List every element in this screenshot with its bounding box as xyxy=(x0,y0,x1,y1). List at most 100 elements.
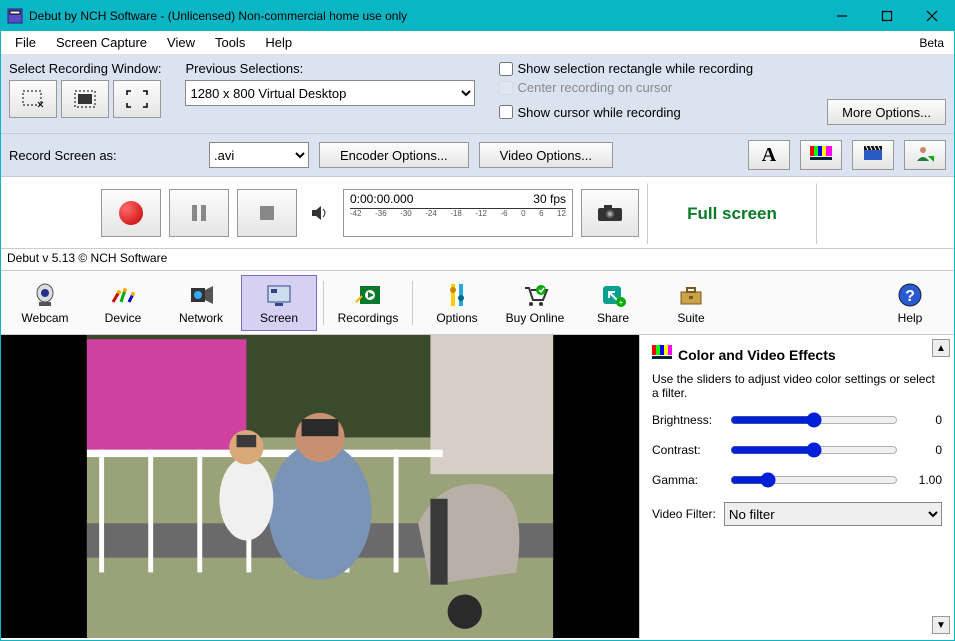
person-icon xyxy=(914,144,936,167)
previous-selections-label: Previous Selections: xyxy=(185,61,475,76)
minimize-button[interactable] xyxy=(819,1,864,31)
maximize-button[interactable] xyxy=(864,1,909,31)
toolbar-options[interactable]: Options xyxy=(419,275,495,331)
gamma-row: Gamma: 1.00 xyxy=(652,472,942,488)
screen-icon xyxy=(265,281,293,309)
select-fullscreen-button[interactable] xyxy=(113,80,161,118)
titlebar: Debut by NCH Software - (Unlicensed) Non… xyxy=(1,1,954,31)
brightness-row: Brightness: 0 xyxy=(652,412,942,428)
options-icon xyxy=(443,281,471,309)
effects-panel: ▲ ▼ Color and Video Effects Use the slid… xyxy=(639,335,954,638)
clapperboard-icon xyxy=(862,144,884,167)
format-select[interactable]: .avi xyxy=(209,142,309,168)
video-filter-select[interactable]: No filter xyxy=(724,502,942,526)
stop-icon xyxy=(258,204,276,222)
select-recording-window-label: Select Recording Window: xyxy=(9,61,161,76)
device-icon xyxy=(109,281,137,309)
capture-mode-display[interactable]: Full screen xyxy=(647,182,817,244)
more-options-button[interactable]: More Options... xyxy=(827,99,946,125)
person-select-button[interactable] xyxy=(904,140,946,170)
toolbar-device[interactable]: Device xyxy=(85,275,161,331)
toolbar-suite[interactable]: Suite xyxy=(653,275,729,331)
gamma-value: 1.00 xyxy=(906,473,942,487)
gamma-label: Gamma: xyxy=(652,473,722,487)
webcam-icon xyxy=(31,281,59,309)
share-icon: + xyxy=(599,281,627,309)
menubar: File Screen Capture View Tools Help Beta xyxy=(1,31,954,55)
fps-value: 30 fps xyxy=(533,192,566,206)
menu-file[interactable]: File xyxy=(5,33,46,52)
text-a-icon: A xyxy=(762,144,776,167)
buy-icon xyxy=(521,281,549,309)
pause-button[interactable] xyxy=(169,189,229,237)
record-as-label: Record Screen as: xyxy=(9,148,199,163)
recordings-icon xyxy=(354,281,382,309)
select-window-button[interactable] xyxy=(61,80,109,118)
record-button[interactable] xyxy=(101,189,161,237)
stop-button[interactable] xyxy=(237,189,297,237)
color-bars-icon xyxy=(652,345,672,364)
effects-desc: Use the sliders to adjust video color se… xyxy=(652,372,942,400)
video-filter-label: Video Filter: xyxy=(652,507,716,521)
toolbar-recordings[interactable]: Recordings xyxy=(330,275,406,331)
network-icon xyxy=(187,281,215,309)
center-cursor-checkbox: Center recording on cursor xyxy=(499,80,946,95)
menu-tools[interactable]: Tools xyxy=(205,33,255,52)
timeline-display: 0:00:00.000 30 fps -42-36-30-24-18-12-60… xyxy=(343,189,573,237)
record-icon xyxy=(119,201,143,225)
menu-help[interactable]: Help xyxy=(255,33,302,52)
show-rect-checkbox[interactable]: Show selection rectangle while recording xyxy=(499,61,946,76)
filter-row: Video Filter: No filter xyxy=(652,502,942,526)
encoder-options-button[interactable]: Encoder Options... xyxy=(319,142,469,168)
toolbar-share[interactable]: + Share xyxy=(575,275,651,331)
toolbar-webcam[interactable]: Webcam xyxy=(7,275,83,331)
speaker-icon xyxy=(310,205,330,221)
main-toolbar: Webcam Device Network Screen Recordings … xyxy=(1,271,954,335)
toolbar-buy[interactable]: Buy Online xyxy=(497,275,573,331)
color-bars-button[interactable] xyxy=(800,140,842,170)
text-overlay-button[interactable]: A xyxy=(748,140,790,170)
transport-bar: 0:00:00.000 30 fps -42-36-30-24-18-12-60… xyxy=(1,177,954,249)
effects-scroll-down[interactable]: ▼ xyxy=(932,616,950,634)
selection-panel: Select Recording Window: Previous Select… xyxy=(1,55,954,134)
toolbar-network[interactable]: Network xyxy=(163,275,239,331)
window-title: Debut by NCH Software - (Unlicensed) Non… xyxy=(29,9,819,23)
color-bars-icon xyxy=(810,144,832,167)
show-cursor-checkbox[interactable]: Show cursor while recording xyxy=(499,105,680,120)
timecode-value: 0:00:00.000 xyxy=(350,192,413,206)
audio-level-icon[interactable] xyxy=(305,189,335,237)
app-icon xyxy=(7,8,23,24)
effects-title: Color and Video Effects xyxy=(652,345,942,364)
camera-icon xyxy=(596,203,624,223)
clapperboard-button[interactable] xyxy=(852,140,894,170)
toolbar-help[interactable]: ? Help xyxy=(872,275,948,331)
help-icon: ? xyxy=(896,281,924,309)
menu-view[interactable]: View xyxy=(157,33,205,52)
previous-selections-select[interactable]: 1280 x 800 Virtual Desktop xyxy=(185,80,475,106)
format-panel: Record Screen as: .avi Encoder Options..… xyxy=(1,134,954,177)
beta-label[interactable]: Beta xyxy=(919,36,950,50)
contrast-value: 0 xyxy=(906,443,942,457)
gamma-slider[interactable] xyxy=(730,472,898,488)
brightness-value: 0 xyxy=(906,413,942,427)
suite-icon xyxy=(677,281,705,309)
video-options-button[interactable]: Video Options... xyxy=(479,142,613,168)
preview-pane xyxy=(1,335,639,638)
preview-image xyxy=(1,335,639,638)
contrast-label: Contrast: xyxy=(652,443,722,457)
pause-icon xyxy=(190,203,208,223)
select-rectangle-button[interactable] xyxy=(9,80,57,118)
snapshot-button[interactable] xyxy=(581,189,639,237)
brightness-slider[interactable] xyxy=(730,412,898,428)
toolbar-screen[interactable]: Screen xyxy=(241,275,317,331)
close-button[interactable] xyxy=(909,1,954,31)
contrast-slider[interactable] xyxy=(730,442,898,458)
brightness-label: Brightness: xyxy=(652,413,722,427)
menu-screen-capture[interactable]: Screen Capture xyxy=(46,33,157,52)
contrast-row: Contrast: 0 xyxy=(652,442,942,458)
effects-scroll-up[interactable]: ▲ xyxy=(932,339,950,357)
version-bar: Debut v 5.13 © NCH Software xyxy=(1,249,954,271)
svg-text:?: ? xyxy=(905,288,915,305)
svg-text:+: + xyxy=(619,298,624,307)
db-scale: -42-36-30-24-18-12-60612 xyxy=(350,208,566,234)
